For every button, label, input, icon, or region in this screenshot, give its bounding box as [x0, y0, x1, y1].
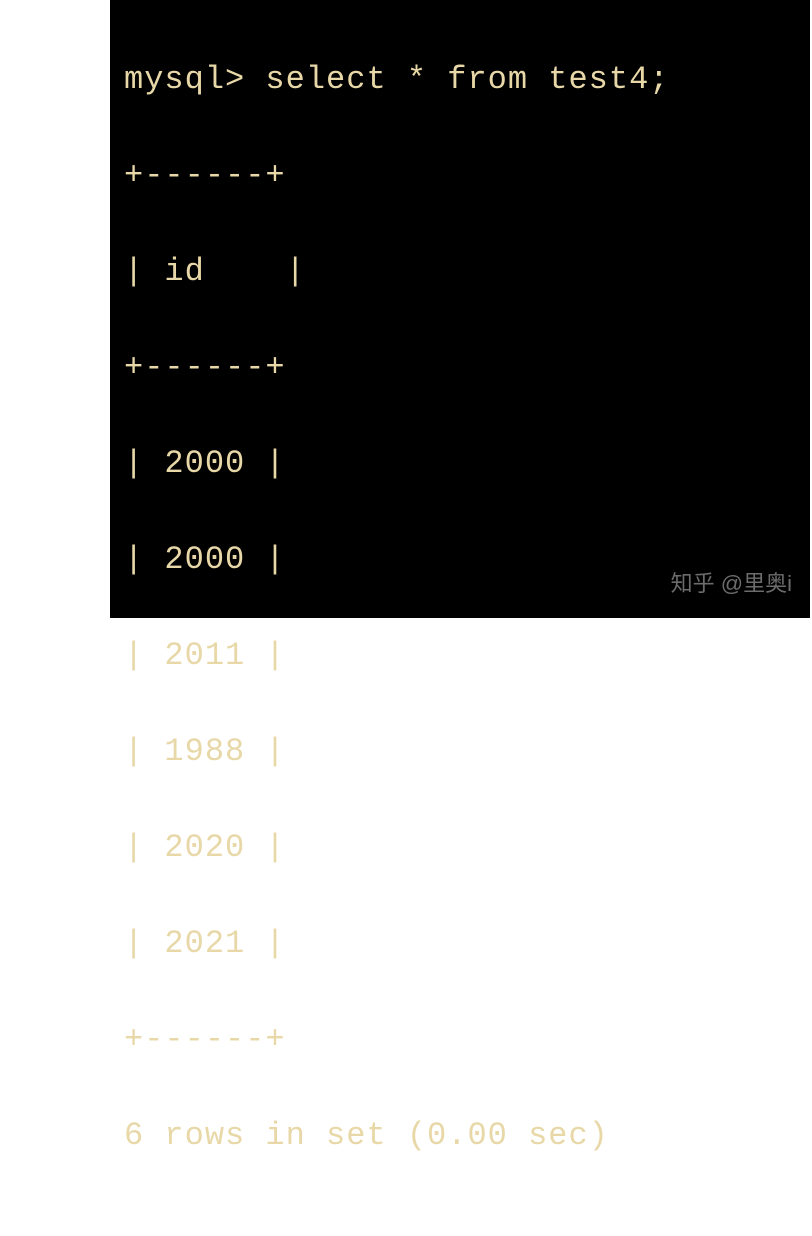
table-header-row: | id | [124, 248, 810, 296]
cell-value: 2011 [164, 637, 245, 674]
table-border-bottom: +------+ [124, 1016, 810, 1064]
table-row: | 2000 | [124, 440, 810, 488]
column-header: id [164, 253, 204, 290]
table-border-mid: +------+ [124, 344, 810, 392]
table-row: | 2020 | [124, 824, 810, 872]
mysql-terminal[interactable]: mysql> select * from test4; +------+ | i… [110, 0, 810, 618]
table-row: | 2011 | [124, 632, 810, 680]
cell-value: 2000 [164, 445, 245, 482]
table-border-top: +------+ [124, 152, 810, 200]
cell-value: 1988 [164, 733, 245, 770]
sql-command: select * from test4; [265, 61, 669, 98]
table-row: | 1988 | [124, 728, 810, 776]
cell-value: 2020 [164, 829, 245, 866]
watermark: 知乎 @里奥i [671, 567, 792, 600]
cell-value: 2021 [164, 925, 245, 962]
prompt: mysql> [124, 61, 245, 98]
result-status: 6 rows in set (0.00 sec) [124, 1112, 810, 1160]
cell-value: 2000 [164, 541, 245, 578]
command-line: mysql> select * from test4; [124, 56, 810, 104]
table-row: | 2021 | [124, 920, 810, 968]
